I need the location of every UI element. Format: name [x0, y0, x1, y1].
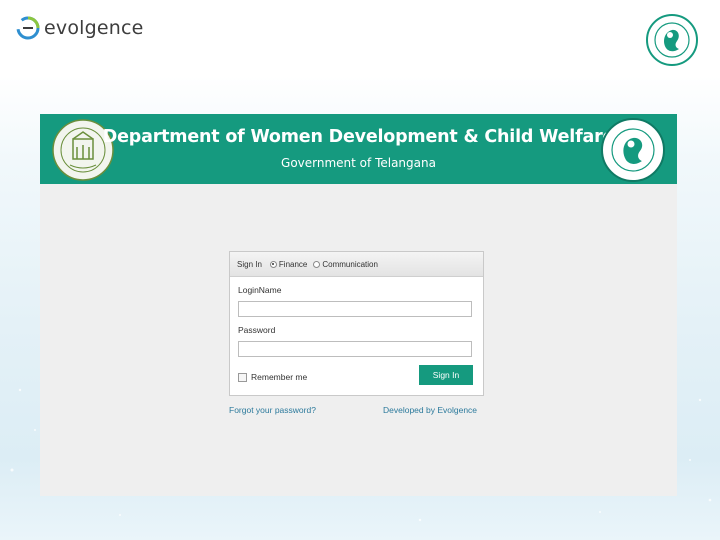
radio-finance-label: Finance [278, 259, 308, 269]
password-input[interactable] [238, 341, 472, 357]
radio-communication-label: Communication [322, 259, 378, 269]
login-name-label: LoginName [238, 285, 282, 295]
slide-panel: Department of Women Development & Child … [40, 114, 677, 496]
sign-in-button[interactable]: Sign In [419, 365, 473, 385]
forgot-password-link[interactable]: Forgot your password? [229, 405, 316, 415]
remember-me[interactable]: Remember me [238, 372, 307, 382]
radio-unselected-icon [313, 260, 321, 268]
evolgence-logo: evolgence [16, 16, 144, 40]
wdcw-seal-icon [601, 118, 665, 182]
radio-communication[interactable]: Communication [313, 260, 378, 269]
remember-me-label: Remember me [251, 372, 308, 382]
government-subtitle: Government of Telangana [281, 156, 436, 170]
developed-by-link[interactable]: Developed by Evolgence [383, 405, 477, 415]
brand-name: evolgence [44, 17, 144, 39]
login-form: Sign In Finance Communication LoginName … [229, 251, 484, 396]
wdcw-seal-icon [646, 14, 698, 66]
remember-me-checkbox[interactable] [238, 372, 247, 382]
login-header: Sign In Finance Communication [230, 252, 483, 277]
department-title: Department of Women Development & Child … [102, 127, 615, 147]
login-name-input[interactable] [238, 301, 472, 317]
password-label: Password [238, 325, 276, 335]
radio-finance[interactable]: Finance [269, 259, 308, 269]
tab-sign-in[interactable]: Sign In [237, 260, 262, 269]
radio-selected-icon [269, 260, 277, 268]
department-banner: Department of Women Development & Child … [40, 114, 677, 184]
evolgence-mark-icon [16, 16, 40, 40]
